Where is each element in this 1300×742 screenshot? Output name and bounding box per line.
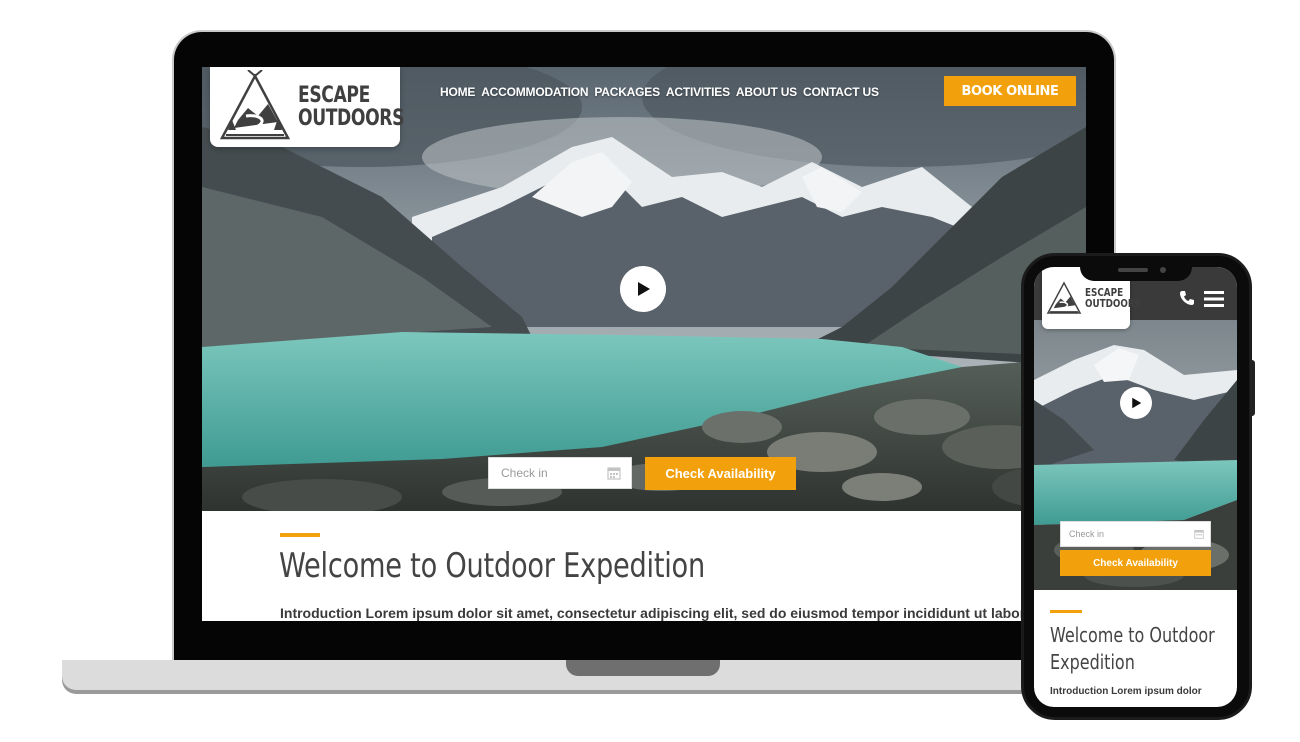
nav-packages[interactable]: PACKAGES [594,85,660,99]
check-availability-button[interactable]: Check Availability [645,457,796,490]
logo-line-2: OUTDOORS [298,106,405,131]
mobile-intro-paragraph: Introduction Lorem ipsum dolor [1050,686,1202,697]
check-in-placeholder: Check in [501,466,548,480]
phone-speaker [1118,268,1148,272]
laptop-screen: ESCAPE OUTDOORS HOME ACCOMMODATION PACKA… [202,67,1086,621]
mobile-welcome-heading: Welcome to Outdoor Expedition [1050,623,1215,674]
hero-section: ESCAPE OUTDOORS HOME ACCOMMODATION PACKA… [202,67,1086,511]
nav-contact-us[interactable]: CONTACT US [803,85,879,99]
logo-wordmark: ESCAPE OUTDOORS [298,84,404,130]
phone-camera [1160,267,1166,273]
play-video-button[interactable] [620,266,666,312]
phone-side-button [1250,360,1255,416]
hamburger-menu-icon[interactable] [1204,291,1224,307]
phone-icon[interactable] [1179,290,1195,306]
welcome-heading: Welcome to Outdoor Expedition [279,546,705,586]
tent-logo-icon [1046,281,1082,314]
site-logo[interactable]: ESCAPE OUTDOORS [210,67,404,147]
mobile-logo-wordmark: ESCAPE OUTDOORS [1085,287,1141,309]
tent-logo-icon [219,70,291,140]
mobile-check-in-date-input[interactable]: Check in [1060,521,1211,547]
laptop-notch [566,660,720,676]
intro-paragraph: Introduction Lorem ipsum dolor sit amet,… [280,605,1033,621]
mobile-hero-section: Check in Check Availability [1034,320,1237,590]
mobile-accent-divider [1050,610,1082,613]
nav-about-us[interactable]: ABOUT US [736,85,797,99]
main-navigation: HOME ACCOMMODATION PACKAGES ACTIVITIES A… [440,85,879,99]
nav-home[interactable]: HOME [440,85,475,99]
book-online-button[interactable]: BOOK ONLINE [944,76,1076,106]
calendar-icon [1194,530,1204,539]
mobile-logo-line-2: OUTDOORS [1085,297,1142,310]
logo-line-1: ESCAPE [298,83,370,108]
check-in-date-input[interactable]: Check in [488,457,632,489]
play-icon [638,282,650,296]
mobile-play-video-button[interactable] [1120,387,1152,419]
mobile-check-availability-button[interactable]: Check Availability [1060,550,1211,576]
mobile-check-in-placeholder: Check in [1069,529,1105,539]
phone-screen: Check in Check Availability ESCAPE OUTDO… [1034,267,1237,707]
nav-activities[interactable]: ACTIVITIES [666,85,730,99]
play-icon [1132,397,1142,409]
accent-divider [280,533,320,537]
calendar-icon [607,467,621,480]
nav-accommodation[interactable]: ACCOMMODATION [481,85,588,99]
